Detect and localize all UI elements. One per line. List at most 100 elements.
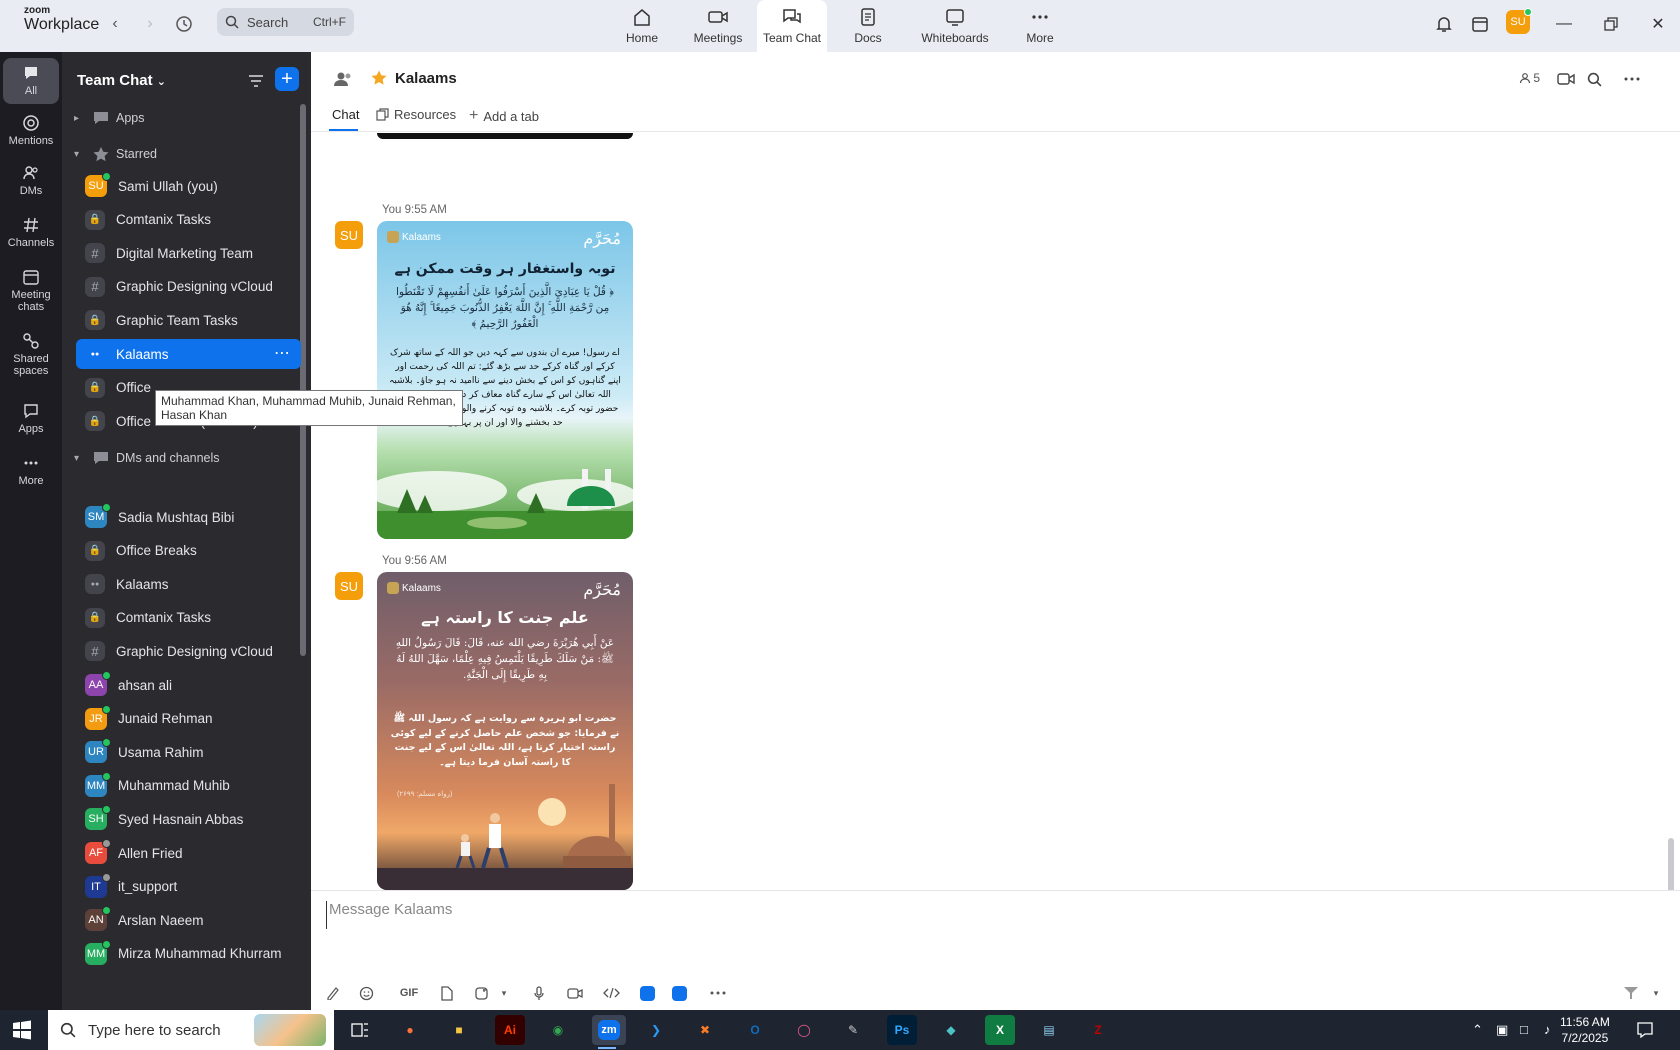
sender-avatar[interactable]: SU bbox=[335, 572, 363, 600]
more-options-icon[interactable]: ⋯ bbox=[274, 343, 291, 363]
chrome-icon[interactable]: ◉ bbox=[543, 1015, 573, 1045]
screenshot-icon[interactable] bbox=[471, 983, 491, 1003]
file-explorer-icon[interactable]: ■ bbox=[444, 1015, 474, 1045]
nav-more[interactable]: More bbox=[1024, 0, 1056, 52]
taskbar-clock[interactable]: 11:56 AM 7/2/2025 bbox=[1560, 1014, 1610, 1046]
notification-icon[interactable] bbox=[1636, 1021, 1654, 1039]
send-icon[interactable] bbox=[1621, 983, 1641, 1003]
format-text-icon[interactable] bbox=[323, 983, 343, 1003]
tray-chevron-icon[interactable]: ⌃ bbox=[1472, 1022, 1483, 1038]
section-starred[interactable]: ▾ Starred bbox=[74, 146, 157, 162]
filezilla-icon[interactable]: Z bbox=[1083, 1015, 1113, 1045]
notepad-icon[interactable]: ▤ bbox=[1034, 1015, 1064, 1045]
sidebar-item[interactable]: IT it_support bbox=[76, 872, 301, 902]
nav-meetings[interactable]: Meetings bbox=[690, 0, 746, 52]
taskbar-search[interactable]: Type here to search bbox=[48, 1010, 334, 1050]
windows-start-icon[interactable] bbox=[12, 1020, 32, 1040]
section-apps[interactable]: ▸ Apps bbox=[74, 110, 145, 126]
member-count[interactable]: 5 bbox=[1519, 71, 1540, 85]
sidebar-item[interactable]: # Graphic Designing vCloud bbox=[76, 272, 301, 302]
sidebar-item[interactable]: SH Syed Hasnain Abbas bbox=[76, 804, 301, 834]
rail-meeting-chats[interactable]: Meeting chats bbox=[3, 268, 59, 313]
section-dms[interactable]: ▾ DMs and channels bbox=[74, 450, 220, 466]
rail-apps[interactable]: Apps bbox=[3, 402, 59, 436]
app-integration-icon-2[interactable] bbox=[669, 983, 689, 1003]
tray-wifi-icon[interactable]: □ bbox=[1520, 1022, 1528, 1037]
illustrator-icon[interactable]: Ai bbox=[495, 1015, 525, 1045]
send-options-icon[interactable]: ▾ bbox=[1646, 983, 1666, 1003]
sidebar-item[interactable]: MM Muhammad Muhib bbox=[76, 771, 301, 801]
outlook-icon[interactable]: O bbox=[740, 1015, 770, 1045]
nav-home[interactable]: Home bbox=[621, 0, 663, 52]
channel-title[interactable]: Kalaams bbox=[395, 70, 457, 87]
more-composer-icon[interactable] bbox=[708, 983, 728, 1003]
history-icon[interactable] bbox=[172, 12, 196, 36]
rail-dms[interactable]: DMs bbox=[3, 164, 59, 198]
sidebar-item[interactable]: SM Sadia Mushtaq Bibi bbox=[76, 502, 301, 532]
sidebar-item[interactable]: JR Junaid Rehman bbox=[76, 704, 301, 734]
excel-icon[interactable]: X bbox=[985, 1015, 1015, 1045]
video-message-icon[interactable] bbox=[565, 983, 585, 1003]
tab-chat[interactable]: Chat bbox=[332, 107, 359, 122]
vscode-icon[interactable]: ❯ bbox=[641, 1015, 671, 1045]
sidebar-item[interactable]: MM Mirza Muhammad Khurram bbox=[76, 939, 301, 969]
sidebar-item[interactable]: AF Allen Fried bbox=[76, 838, 301, 868]
tray-network-icon[interactable]: ▣ bbox=[1496, 1022, 1508, 1038]
sidebar-item[interactable]: SU Sami Ullah (you) bbox=[76, 171, 301, 201]
zoom-taskbar-icon[interactable]: zm bbox=[592, 1015, 626, 1049]
sidebar-item[interactable]: AA ahsan ali bbox=[76, 670, 301, 700]
message-input[interactable]: Message Kalaams bbox=[326, 901, 1656, 929]
sidebar-item[interactable]: 🔒 Comtanix Tasks bbox=[76, 603, 301, 633]
sidebar-item[interactable]: AN Arslan Naeem bbox=[76, 905, 301, 935]
task-view-icon[interactable] bbox=[351, 1021, 369, 1039]
nav-whiteboards[interactable]: Whiteboards bbox=[917, 0, 993, 52]
add-tab-button[interactable]: + Add a tab bbox=[469, 107, 539, 125]
sidebar-item[interactable]: 🔒 Graphic Team Tasks bbox=[76, 305, 301, 335]
rail-all[interactable]: All bbox=[3, 58, 59, 104]
rail-channels[interactable]: Channels bbox=[3, 216, 59, 250]
photoshop-icon[interactable]: Ps bbox=[887, 1015, 917, 1045]
app-icon[interactable]: ◆ bbox=[936, 1015, 966, 1045]
code-snippet-icon[interactable] bbox=[601, 983, 621, 1003]
rail-more[interactable]: More bbox=[3, 454, 59, 488]
sidebar-item[interactable]: UR Usama Rahim bbox=[76, 737, 301, 767]
video-call-icon[interactable] bbox=[1556, 69, 1576, 89]
sidebar-item[interactable]: 🔒 Comtanix Tasks bbox=[76, 205, 301, 235]
back-icon[interactable]: ‹ bbox=[103, 12, 127, 36]
sidebar-item[interactable]: ●● Kalaams ⋯ bbox=[76, 339, 301, 369]
rail-mentions[interactable]: Mentions bbox=[3, 114, 59, 148]
search-icon[interactable] bbox=[1584, 69, 1604, 89]
microphone-icon[interactable] bbox=[529, 983, 549, 1003]
message-image-card[interactable]: Kalaams مُحَرَّم علم جنت کا راستہ ہے عَن… bbox=[377, 572, 633, 890]
emoji-icon[interactable] bbox=[356, 983, 376, 1003]
sidebar-item[interactable]: 🔒 Office Breaks bbox=[76, 536, 301, 566]
creative-cloud-icon[interactable]: ◯ bbox=[789, 1015, 819, 1045]
pen-tool-icon[interactable]: ✎ bbox=[838, 1015, 868, 1045]
sidebar-item[interactable]: # Graphic Designing vCloud bbox=[76, 636, 301, 666]
sidebar-title[interactable]: Team Chat ⌄ bbox=[77, 72, 166, 89]
tab-resources[interactable]: Resources bbox=[376, 107, 456, 122]
calendar-icon[interactable] bbox=[1468, 12, 1492, 36]
star-icon[interactable] bbox=[370, 69, 388, 87]
minimize-icon[interactable]: — bbox=[1552, 12, 1576, 36]
sidebar-item[interactable]: # Digital Marketing Team bbox=[76, 238, 301, 268]
more-options-icon[interactable] bbox=[1622, 69, 1642, 89]
search-input[interactable]: Search Ctrl+F bbox=[217, 8, 354, 36]
tray-volume-icon[interactable]: ♪ bbox=[1544, 1022, 1551, 1037]
message-image-card[interactable]: Kalaams مُحَرَّم توبہ واستغفار ہر وقت مم… bbox=[377, 221, 633, 539]
app-integration-icon[interactable] bbox=[637, 983, 657, 1003]
new-chat-button[interactable]: + bbox=[275, 67, 299, 91]
filter-icon[interactable] bbox=[246, 71, 266, 91]
nav-docs[interactable]: Docs bbox=[850, 0, 886, 52]
nav-team-chat[interactable]: Team Chat bbox=[757, 0, 827, 52]
sender-avatar[interactable]: SU bbox=[335, 221, 363, 249]
restore-icon[interactable] bbox=[1599, 12, 1623, 36]
bell-icon[interactable] bbox=[1432, 12, 1456, 36]
forward-icon[interactable]: › bbox=[138, 12, 162, 36]
file-icon[interactable] bbox=[436, 983, 456, 1003]
firefox-icon[interactable]: ● bbox=[395, 1015, 425, 1045]
rail-shared-spaces[interactable]: Shared spaces bbox=[3, 332, 59, 377]
chevron-down-icon[interactable]: ▾ bbox=[494, 983, 514, 1003]
chat-scrollbar[interactable] bbox=[1668, 838, 1674, 890]
gif-button[interactable]: GIF bbox=[399, 983, 419, 1003]
